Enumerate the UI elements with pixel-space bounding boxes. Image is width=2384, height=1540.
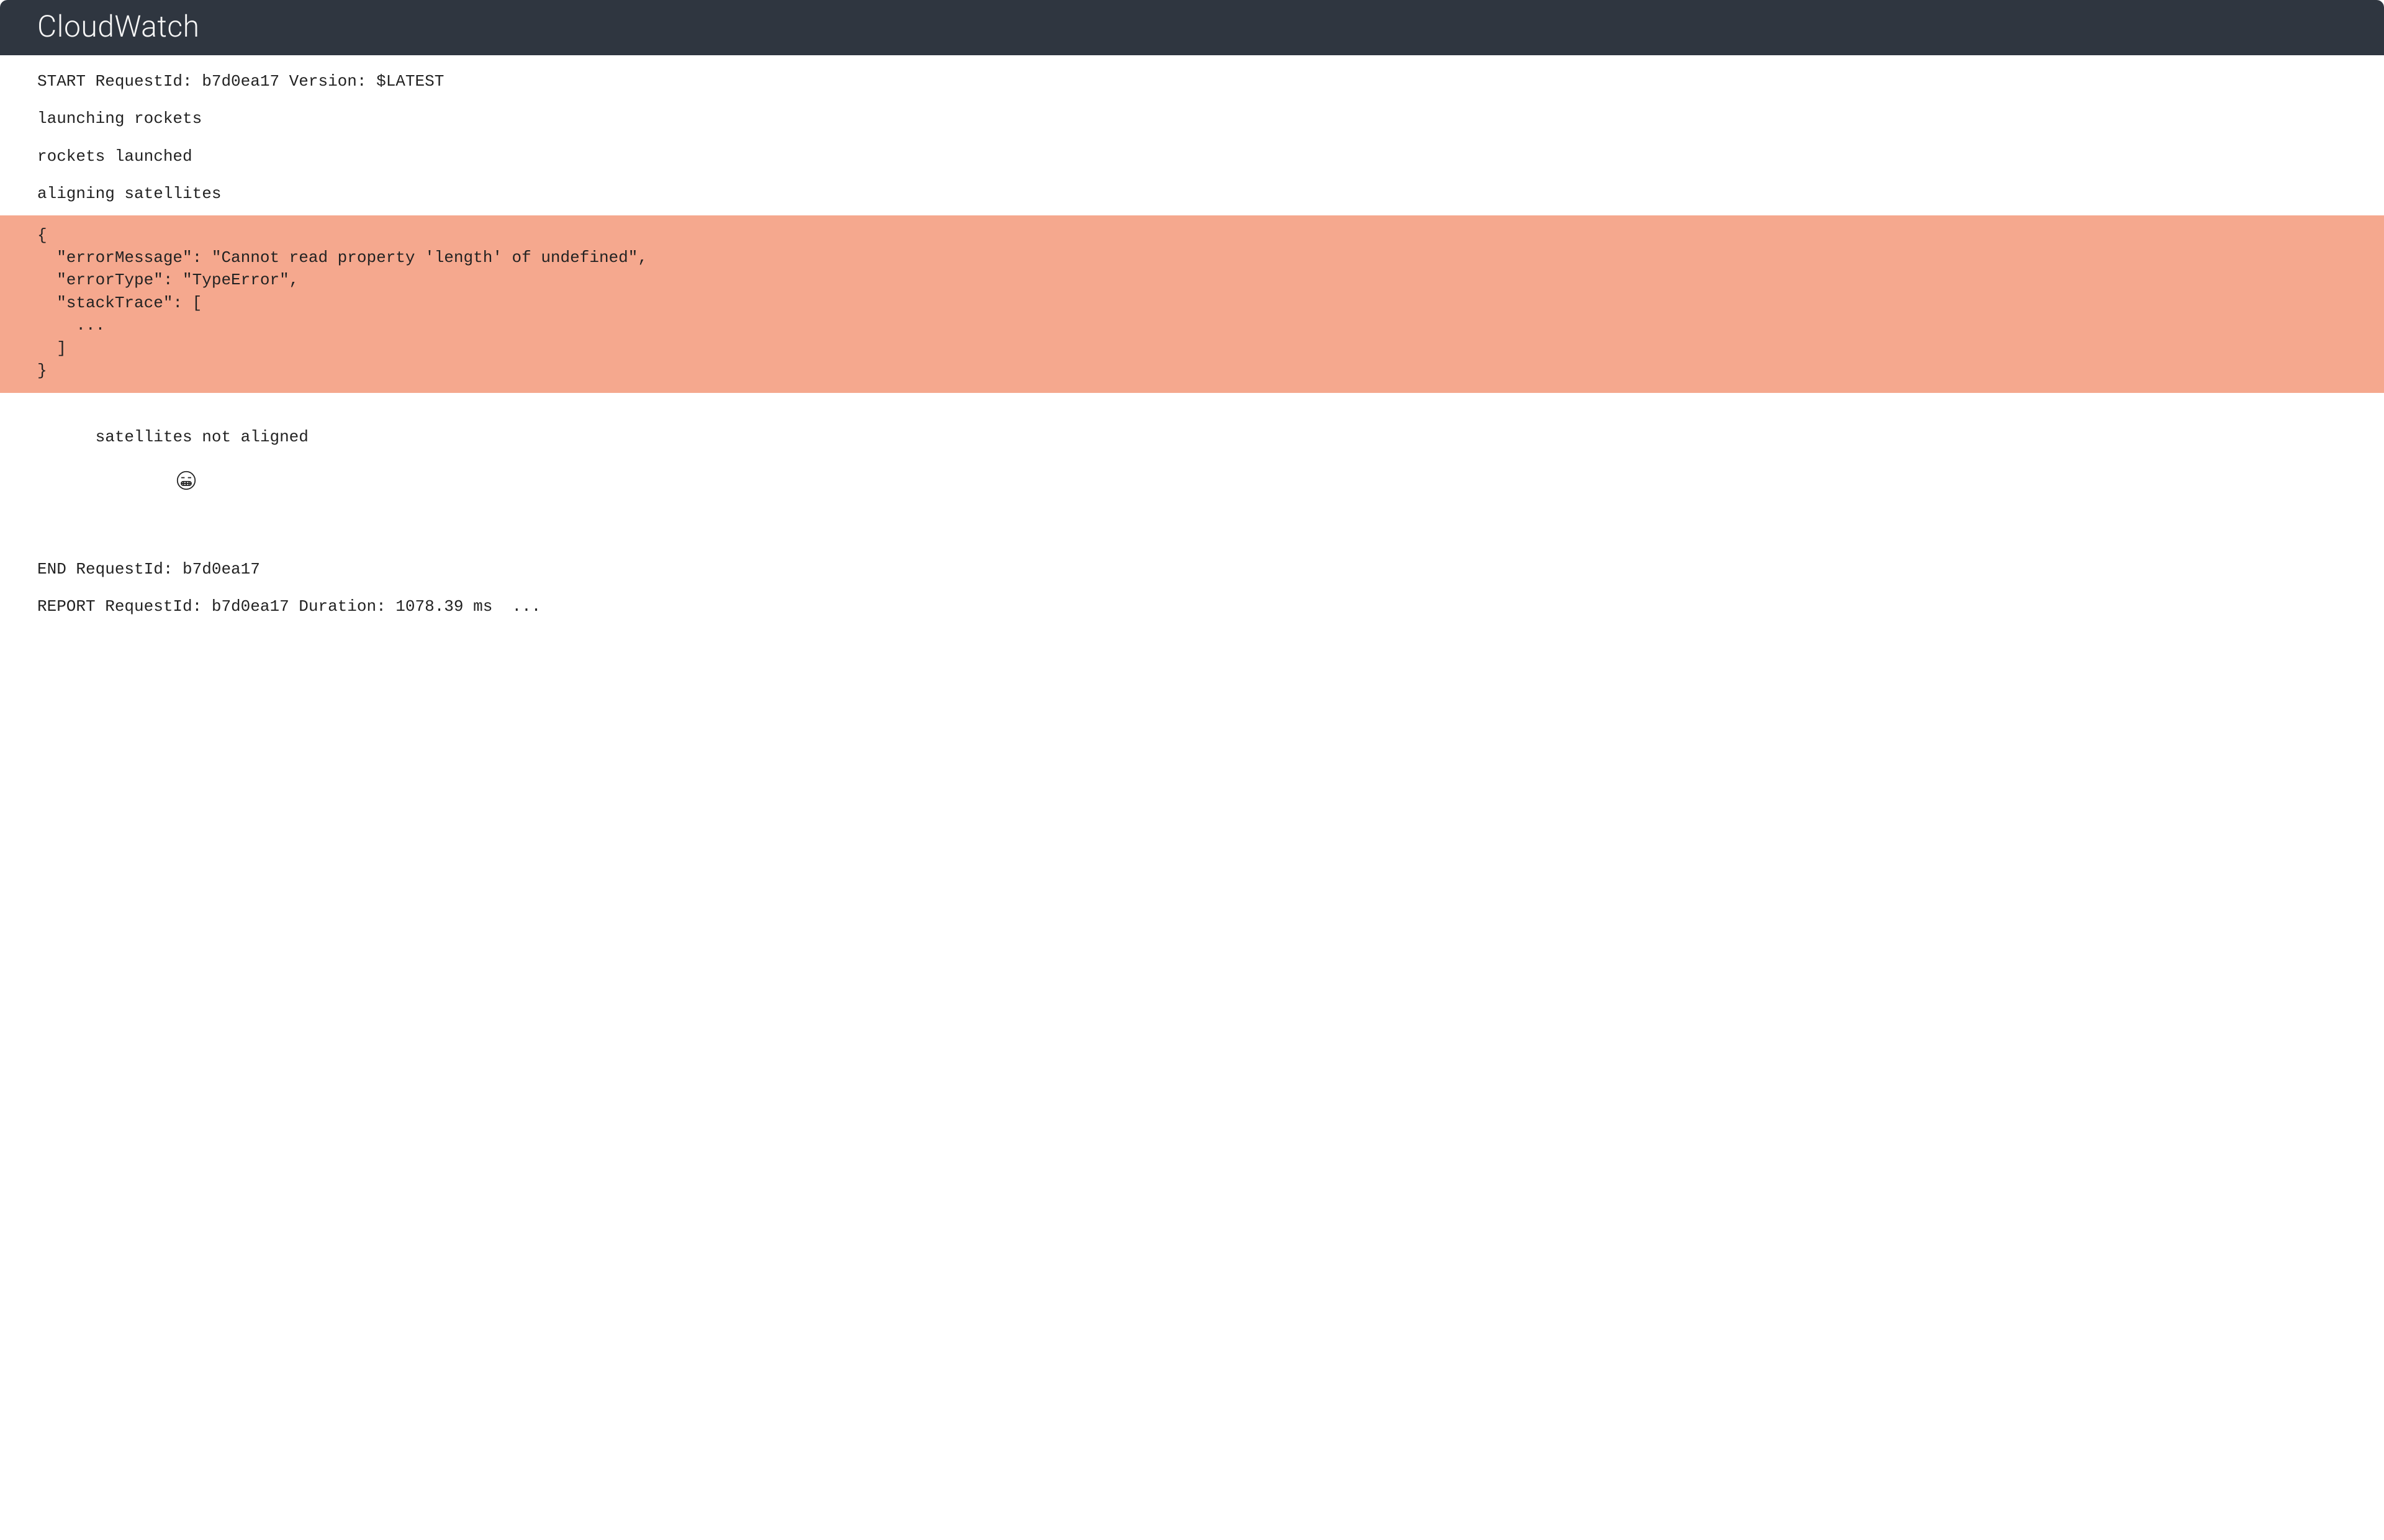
error-block: { "errorMessage": "Cannot read property … xyxy=(0,215,2384,394)
log-line-with-icon: satellites not aligned xyxy=(0,395,2384,550)
cloudwatch-window: CloudWatch START RequestId: b7d0ea17 Ver… xyxy=(0,0,2384,633)
log-line: aligning satellites xyxy=(0,175,2384,212)
grimace-icon xyxy=(99,448,197,520)
page-title: CloudWatch xyxy=(37,9,199,44)
log-line: launching rockets xyxy=(0,100,2384,137)
titlebar: CloudWatch xyxy=(0,0,2384,55)
log-line: END RequestId: b7d0ea17 xyxy=(0,551,2384,588)
log-line: rockets launched xyxy=(0,138,2384,175)
log-line: START RequestId: b7d0ea17 Version: $LATE… xyxy=(0,63,2384,100)
log-line: REPORT RequestId: b7d0ea17 Duration: 107… xyxy=(0,588,2384,625)
log-output: START RequestId: b7d0ea17 Version: $LATE… xyxy=(0,55,2384,633)
log-text: satellites not aligned xyxy=(96,428,309,446)
